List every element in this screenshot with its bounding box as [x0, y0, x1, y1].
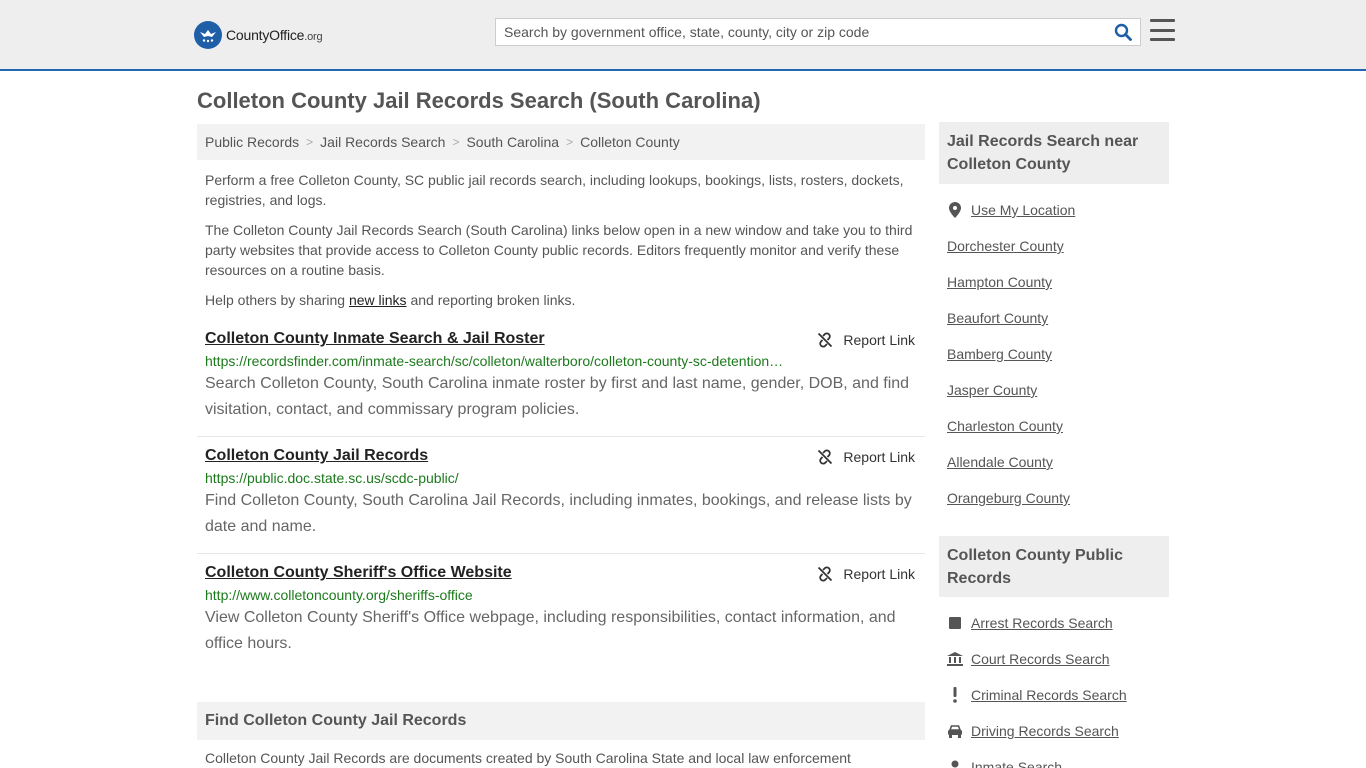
nearby-county-link[interactable]: Allendale County — [947, 454, 1053, 470]
square-icon — [947, 616, 963, 630]
nearby-county-item: Charleston County — [947, 408, 1169, 444]
nearby-county-link[interactable]: Dorchester County — [947, 238, 1064, 254]
nearby-county-item: Orangeburg County — [947, 480, 1169, 516]
result-item: Colleton County Sheriff's Office Website… — [197, 564, 925, 664]
car-icon — [947, 724, 963, 738]
result-url: http://www.colletoncounty.org/sheriffs-o… — [205, 587, 473, 603]
map-pin-icon — [947, 202, 963, 218]
nearby-county-link[interactable]: Bamberg County — [947, 346, 1052, 362]
intro-paragraph: Perform a free Colleton County, SC publi… — [205, 172, 904, 208]
search-button[interactable] — [1106, 19, 1140, 45]
nearby-county-item: Allendale County — [947, 444, 1169, 480]
result-description: Search Colleton County, South Carolina i… — [205, 375, 910, 418]
nearby-county-item: Dorchester County — [947, 228, 1169, 264]
nearby-county-item: Bamberg County — [947, 336, 1169, 372]
site-header: CountyOffice.org — [0, 0, 1366, 71]
public-record-item: Court Records Search — [947, 641, 1169, 677]
eagle-logo-icon — [194, 21, 222, 49]
result-description: Find Colleton County, South Carolina Jai… — [205, 492, 912, 535]
report-link-button[interactable]: Report Link — [817, 566, 915, 582]
nearby-heading: Jail Records Search near Colleton County — [939, 122, 1169, 184]
criminal-records-link[interactable]: Criminal Records Search — [971, 687, 1127, 703]
share-paragraph: Help others by sharing new links and rep… — [205, 292, 576, 308]
broken-link-icon — [818, 566, 833, 582]
result-title-link[interactable]: Colleton County Jail Records — [205, 447, 428, 465]
arrest-records-link[interactable]: Arrest Records Search — [971, 615, 1113, 631]
use-location-item: Use My Location — [947, 192, 1169, 228]
breadcrumb-separator: > — [566, 135, 574, 149]
nearby-county-link[interactable]: Hampton County — [947, 274, 1052, 290]
logo-text: CountyOffice.org — [226, 27, 323, 43]
broken-link-icon — [818, 332, 833, 348]
exclamation-icon — [947, 687, 963, 703]
result-url: https://public.doc.state.sc.us/scdc-publ… — [205, 470, 459, 486]
driving-records-link[interactable]: Driving Records Search — [971, 723, 1119, 739]
broken-link-icon — [818, 449, 833, 465]
public-record-item: Inmate Search — [947, 749, 1169, 768]
search-input[interactable] — [496, 19, 1106, 45]
find-section-text: Colleton County Jail Records are documen… — [205, 750, 851, 766]
new-links-link[interactable]: new links — [349, 292, 407, 308]
courthouse-icon — [947, 652, 963, 666]
result-item: Colleton County Inmate Search & Jail Ros… — [197, 330, 925, 437]
nearby-county-item: Beaufort County — [947, 300, 1169, 336]
breadcrumb-separator: > — [452, 135, 460, 149]
breadcrumb-colleton-county[interactable]: Colleton County — [580, 134, 680, 150]
breadcrumb: Public Records > Jail Records Search > S… — [197, 124, 925, 160]
site-logo[interactable]: CountyOffice.org — [194, 21, 323, 49]
nearby-county-link[interactable]: Orangeburg County — [947, 490, 1070, 506]
breadcrumb-separator: > — [306, 135, 314, 149]
page-title: Colleton County Jail Records Search (Sou… — [197, 88, 761, 113]
person-icon — [947, 760, 963, 768]
nearby-county-link[interactable]: Jasper County — [947, 382, 1037, 398]
public-records-heading: Colleton County Public Records — [939, 536, 1169, 597]
public-records-list: Arrest Records Search Court Records Sear… — [947, 605, 1169, 768]
report-link-button[interactable]: Report Link — [817, 332, 915, 348]
result-title-link[interactable]: Colleton County Sheriff's Office Website — [205, 564, 512, 582]
find-section-heading: Find Colleton County Jail Records — [197, 702, 925, 740]
nearby-county-item: Jasper County — [947, 372, 1169, 408]
use-location-link[interactable]: Use My Location — [971, 202, 1075, 218]
hamburger-menu-icon[interactable] — [1150, 19, 1175, 41]
result-title-link[interactable]: Colleton County Inmate Search & Jail Ros… — [205, 330, 545, 348]
inmate-search-link[interactable]: Inmate Search — [971, 759, 1062, 768]
nearby-county-link[interactable]: Charleston County — [947, 418, 1063, 434]
disclaimer-paragraph: The Colleton County Jail Records Search … — [205, 222, 913, 278]
report-link-button[interactable]: Report Link — [817, 449, 915, 465]
court-records-link[interactable]: Court Records Search — [971, 651, 1110, 667]
nearby-county-item: Hampton County — [947, 264, 1169, 300]
result-description: View Colleton County Sheriff's Office we… — [205, 609, 896, 652]
search-icon — [1114, 23, 1132, 41]
breadcrumb-jail-records-search[interactable]: Jail Records Search — [320, 134, 445, 150]
public-record-item: Criminal Records Search — [947, 677, 1169, 713]
public-record-item: Driving Records Search — [947, 713, 1169, 749]
nearby-list: Use My Location Dorchester County Hampto… — [947, 192, 1169, 516]
result-url: https://recordsfinder.com/inmate-search/… — [205, 353, 785, 369]
breadcrumb-south-carolina[interactable]: South Carolina — [466, 134, 559, 150]
public-record-item: Arrest Records Search — [947, 605, 1169, 641]
nearby-county-link[interactable]: Beaufort County — [947, 310, 1048, 326]
search-bar — [495, 18, 1141, 46]
breadcrumb-public-records[interactable]: Public Records — [205, 134, 299, 150]
result-item: Colleton County Jail Records Report Link… — [197, 447, 925, 554]
